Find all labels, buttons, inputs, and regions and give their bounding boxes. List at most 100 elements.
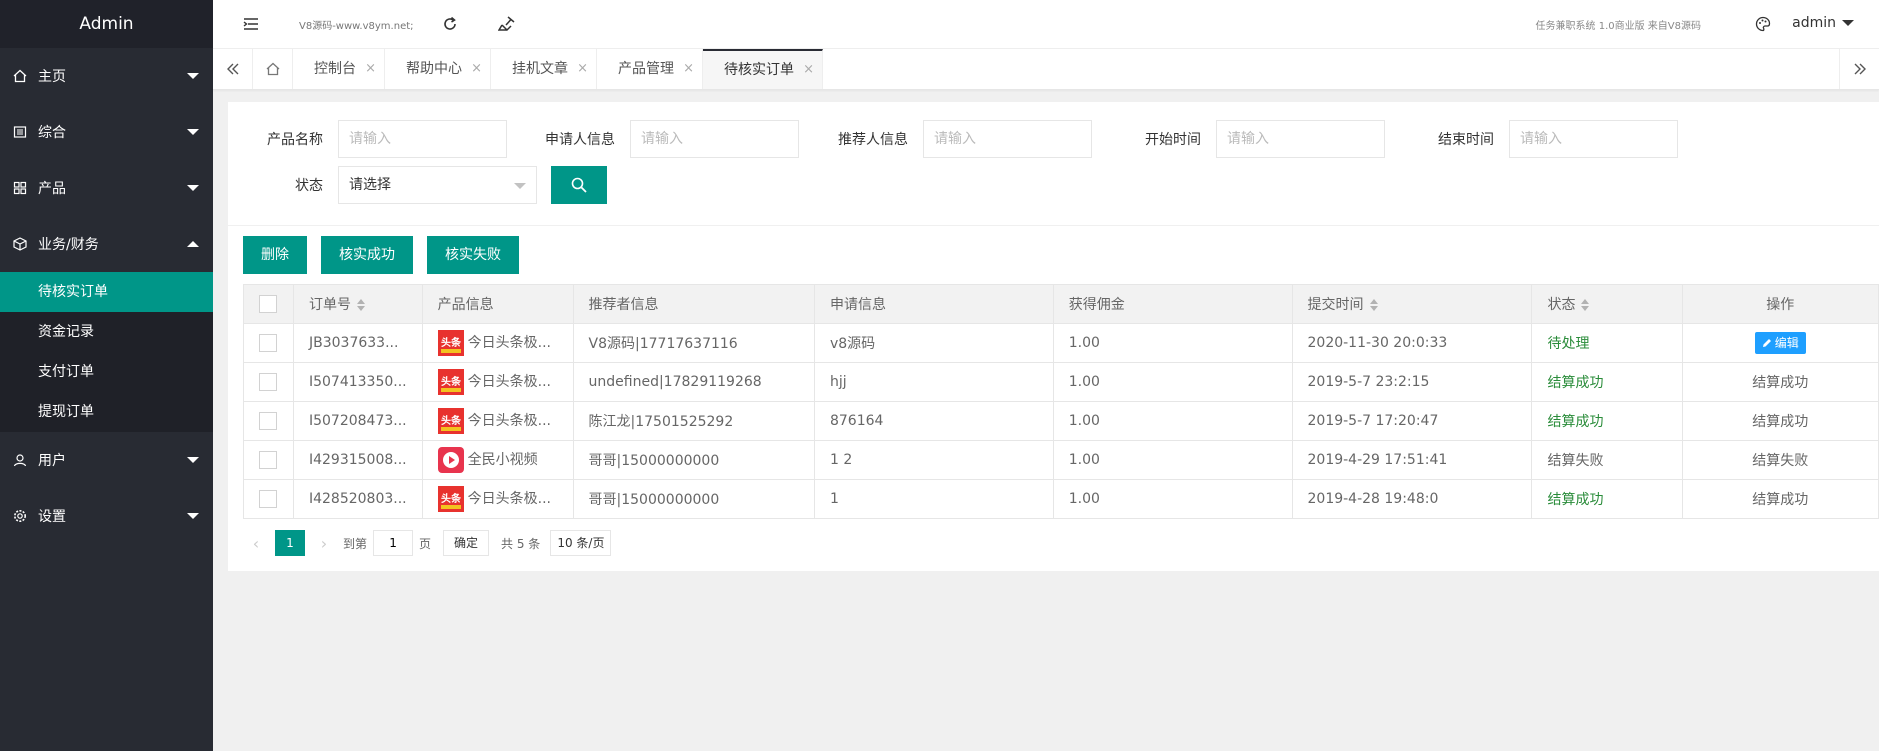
chevron-up-icon (187, 241, 199, 247)
commission: 1.00 (1052, 362, 1293, 402)
tabs-scroll-left-icon[interactable] (213, 49, 253, 89)
close-icon[interactable]: × (683, 49, 694, 89)
sidebar-item-home[interactable]: 主页 (0, 48, 213, 104)
end-time-input[interactable] (1509, 120, 1678, 158)
tab-console[interactable]: 控制台 × (293, 49, 385, 89)
sidebar-subitem-payment-orders[interactable]: 支付订单 (0, 352, 213, 392)
close-icon[interactable]: × (577, 49, 588, 89)
quanmin-video-icon (437, 447, 464, 473)
tabs-scroll-right-icon[interactable] (1839, 49, 1879, 89)
row-checkbox[interactable] (259, 334, 278, 352)
column-header-status[interactable]: 状态 (1531, 284, 1683, 324)
row-checkbox[interactable] (259, 451, 278, 469)
sidebar-item-settings[interactable]: 设置 (0, 488, 213, 544)
column-header-time[interactable]: 提交时间 (1291, 284, 1533, 324)
username: admin (1792, 15, 1836, 31)
search-icon (571, 177, 587, 193)
row-checkbox[interactable] (259, 373, 278, 391)
end-time-label: 结束时间 (1438, 132, 1494, 148)
status-text: 待处理 (1531, 323, 1683, 363)
column-header-apply: 申请信息 (813, 284, 1054, 324)
search-button[interactable] (551, 166, 607, 204)
action-status-text: 结算成功 (1681, 401, 1879, 441)
current-page[interactable]: 1 (275, 530, 305, 556)
sidebar-subitem-pending-orders[interactable]: 待核实订单 (0, 272, 213, 312)
start-time-input[interactable] (1216, 120, 1385, 158)
page-size-select[interactable]: 10 条/页 (550, 530, 612, 556)
toutiao-icon: 头条 (437, 408, 464, 434)
theme-palette-icon[interactable] (1753, 14, 1773, 34)
row-select-cell (243, 440, 294, 480)
tab-home-icon[interactable] (253, 49, 293, 89)
apply-info: 876164 (813, 401, 1054, 441)
sidebar-item-label: 产品 (38, 181, 66, 197)
menu-toggle-icon[interactable] (241, 14, 261, 34)
sidebar-subitem-fund-records[interactable]: 资金记录 (0, 312, 213, 352)
sidebar-item-label: 综合 (38, 125, 66, 141)
submit-time: 2019-4-28 19:48:0 (1291, 479, 1533, 519)
close-icon[interactable]: × (803, 51, 814, 89)
top-header: V8源码-www.v8ym.net; 任务兼职系统 1.0商业版 来自V8源码 … (213, 0, 1879, 49)
applicant-input[interactable] (630, 120, 799, 158)
status-select[interactable]: 请选择 (338, 166, 537, 204)
row-select-cell (243, 323, 294, 363)
actions-cell: 编辑 (1681, 323, 1879, 363)
referrer-info: undefined|17829119268 (572, 362, 815, 402)
apply-info: 1 2 (813, 440, 1054, 480)
page-number-input[interactable] (373, 530, 414, 556)
row-select-cell (243, 401, 294, 441)
site-text: V8源码-www.v8ym.net; (299, 21, 414, 32)
refresh-icon[interactable] (440, 14, 460, 34)
sidebar-item-products[interactable]: 产品 (0, 160, 213, 216)
clear-cache-brush-icon[interactable] (497, 14, 517, 34)
tab-pending-orders[interactable]: 待核实订单 × (703, 49, 823, 89)
referrer-info: V8源码|17717637116 (572, 323, 815, 363)
product-name-input[interactable] (338, 120, 507, 158)
product-name: 今日头条极... (467, 491, 551, 507)
tab-label: 挂机文章 (512, 61, 568, 77)
sidebar-item-users[interactable]: 用户 (0, 432, 213, 488)
next-page-icon[interactable]: › (311, 534, 337, 553)
sidebar-subnav: 待核实订单 资金记录 支付订单 提现订单 (0, 272, 213, 432)
verify-success-button[interactable]: 核实成功 (321, 236, 413, 274)
delete-button[interactable]: 删除 (243, 236, 307, 274)
tab-product-management[interactable]: 产品管理 × (597, 49, 703, 89)
referrer-info: 哥哥|15000000000 (572, 440, 815, 480)
chevron-down-icon (1842, 20, 1854, 26)
table-row: I429315008... 全民小视频 哥哥|15000000000 1 2 1… (243, 440, 1879, 480)
apply-info: 1 (813, 479, 1054, 519)
sidebar-item-general[interactable]: 综合 (0, 104, 213, 160)
row-checkbox[interactable] (259, 490, 278, 508)
close-icon[interactable]: × (365, 49, 376, 89)
tab-help-center[interactable]: 帮助中心 × (385, 49, 491, 89)
row-checkbox[interactable] (259, 412, 278, 430)
action-status-text: 结算成功 (1681, 479, 1879, 519)
close-icon[interactable]: × (471, 49, 482, 89)
chevron-down-icon (187, 129, 199, 135)
sort-icon[interactable] (1369, 299, 1378, 311)
tab-label: 待核实订单 (724, 62, 794, 78)
chevron-down-icon (187, 513, 199, 519)
goto-confirm-button[interactable]: 确定 (443, 530, 490, 556)
svg-text:头条: 头条 (441, 492, 462, 505)
verify-fail-button[interactable]: 核实失败 (427, 236, 519, 274)
chevron-down-icon (187, 73, 199, 79)
edit-button[interactable]: 编辑 (1754, 332, 1806, 354)
column-header-product: 产品信息 (421, 284, 574, 324)
sidebar-subitem-withdraw-orders[interactable]: 提现订单 (0, 392, 213, 432)
tab-articles[interactable]: 挂机文章 × (491, 49, 597, 89)
referrer-input[interactable] (923, 120, 1092, 158)
chevron-down-icon (187, 457, 199, 463)
sort-icon[interactable] (1581, 299, 1590, 311)
sidebar-item-business[interactable]: 业务/财务 (0, 216, 213, 272)
toutiao-icon: 头条 (437, 486, 464, 512)
column-header-order[interactable]: 订单号 (292, 284, 423, 324)
product-name: 今日头条极... (467, 374, 551, 390)
action-status-text: 结算成功 (1681, 362, 1879, 402)
user-menu[interactable]: admin (1792, 15, 1854, 31)
product-cell: 全民小视频 (421, 440, 574, 480)
orders-table: 订单号 产品信息 推荐者信息 申请信息 获得佣金 提交时间 状态 操作 JB30… (243, 284, 1879, 519)
prev-page-icon[interactable]: ‹ (243, 534, 269, 553)
select-all-checkbox[interactable] (259, 295, 278, 313)
sort-icon[interactable] (356, 299, 365, 311)
